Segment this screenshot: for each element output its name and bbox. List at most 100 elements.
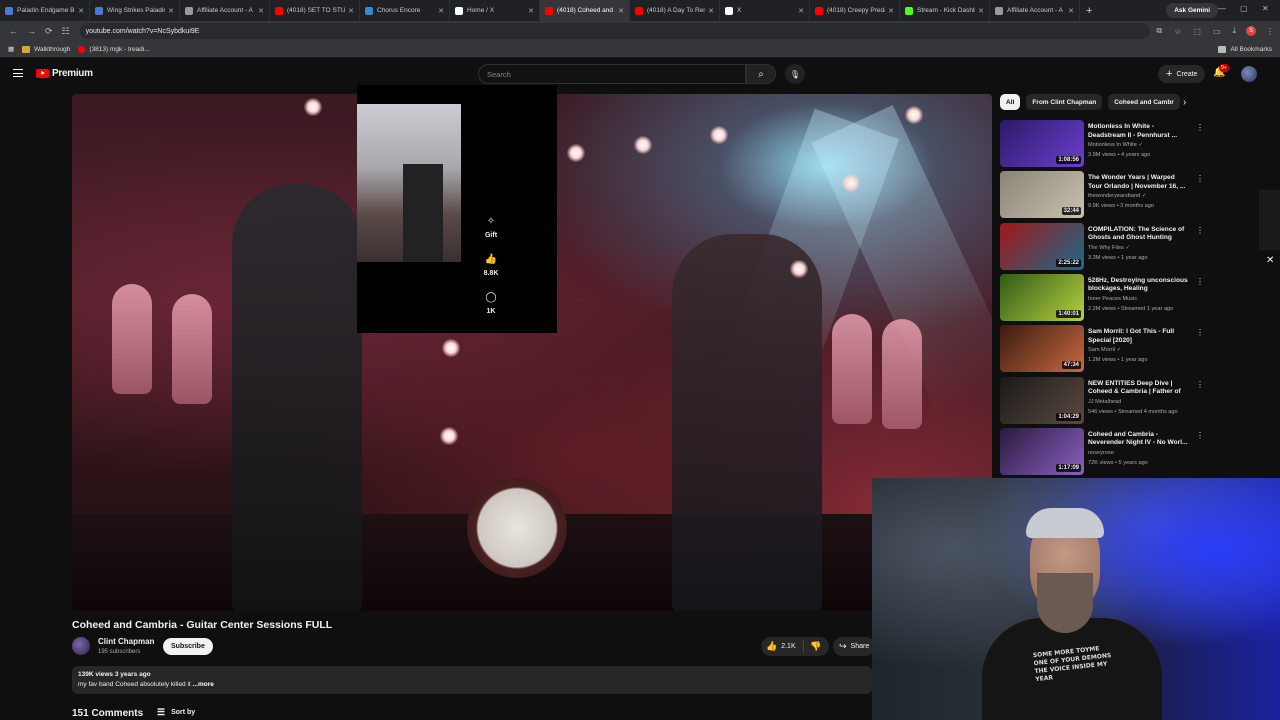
browser-tab[interactable]: (4018) Coheed and C ✕ bbox=[540, 0, 630, 21]
recommended-channel[interactable]: Sam Morril ✓ bbox=[1088, 347, 1121, 353]
tab-close-icon[interactable]: ✕ bbox=[798, 7, 804, 15]
browser-tab[interactable]: (4018) SET TO STUN ✕ bbox=[270, 0, 360, 21]
recommended-video[interactable]: 1:08:56 Motionless In White - Deadstream … bbox=[1000, 120, 1204, 168]
chip-from-channel[interactable]: From Clint Chapman bbox=[1026, 94, 1103, 110]
recommended-title[interactable]: COMPILATION: The Science of Ghosts and G… bbox=[1088, 226, 1188, 243]
share-button[interactable]: ↪ Share bbox=[833, 637, 876, 656]
tab-close-icon[interactable]: ✕ bbox=[438, 7, 444, 15]
back-icon[interactable]: ← bbox=[9, 26, 18, 36]
shorts-overlay[interactable]: ✧ Gift 👍 8.8K ◯ 1K bbox=[357, 85, 557, 333]
tab-close-icon[interactable]: ✕ bbox=[78, 7, 84, 15]
chip-coheed[interactable]: Coheed and Cambr bbox=[1108, 94, 1180, 110]
video-thumbnail[interactable]: 1:17:09 bbox=[1000, 427, 1084, 475]
short-thumbnail[interactable] bbox=[357, 104, 461, 262]
tab-close-icon[interactable]: ✕ bbox=[168, 7, 174, 15]
search-input[interactable]: Search bbox=[478, 64, 746, 84]
video-thumbnail[interactable]: 1:40:01 bbox=[1000, 273, 1084, 321]
recommended-video[interactable]: 1:04:29 NEW ENTITIES Deep Dive | Coheed &… bbox=[1000, 376, 1204, 425]
short-like-button[interactable]: 👍 8.8K bbox=[479, 254, 503, 277]
recommended-channel[interactable]: noseyrose bbox=[1088, 450, 1114, 456]
ask-gemini-button[interactable]: Ask Gemini bbox=[1166, 3, 1218, 18]
account-avatar[interactable] bbox=[1241, 66, 1257, 82]
video-thumbnail[interactable]: 47:34 bbox=[1000, 325, 1084, 373]
maximize-icon[interactable]: ▢ bbox=[1240, 4, 1248, 13]
tab-close-icon[interactable]: ✕ bbox=[528, 7, 534, 15]
chrome-menu-icon[interactable]: ⋮ bbox=[1266, 27, 1274, 36]
video-thumbnail[interactable]: 32:44 bbox=[1000, 171, 1084, 219]
recommended-video[interactable]: 2:25:22 COMPILATION: The Science of Ghost… bbox=[1000, 222, 1204, 271]
voice-search-button[interactable]: 🎙 bbox=[785, 64, 805, 84]
browser-tab[interactable]: Chorus Encore ✕ bbox=[360, 0, 450, 21]
more-options-icon[interactable]: ⋮ bbox=[1196, 380, 1204, 389]
tab-close-icon[interactable]: ✕ bbox=[348, 7, 354, 15]
all-bookmarks[interactable]: All Bookmarks bbox=[1218, 45, 1272, 53]
more-options-icon[interactable]: ⋮ bbox=[1196, 431, 1204, 440]
extensions-icon[interactable]: ⬚ bbox=[1193, 27, 1201, 36]
bookmark-star-icon[interactable]: ☆ bbox=[1174, 27, 1181, 36]
recommended-channel[interactable]: thewonderyearsband ✓ bbox=[1088, 193, 1147, 199]
gift-button[interactable]: ✧ Gift bbox=[479, 216, 503, 239]
browser-tab[interactable]: Home / X ✕ bbox=[450, 0, 540, 21]
more-link[interactable]: ...more bbox=[193, 681, 214, 688]
like-button[interactable]: 👍 2.1K bbox=[761, 640, 804, 653]
tab-close-icon[interactable]: ✕ bbox=[258, 7, 264, 15]
video-thumbnail[interactable]: 1:04:29 bbox=[1000, 376, 1084, 424]
browser-tab[interactable]: (4018) Creepy Preda ✕ bbox=[810, 0, 900, 21]
subscribe-button[interactable]: Subscribe bbox=[163, 638, 213, 655]
hamburger-menu-icon[interactable] bbox=[13, 69, 23, 77]
tab-close-icon[interactable]: ✕ bbox=[708, 7, 714, 15]
browser-tab[interactable]: Affiliate Account - A ✕ bbox=[180, 0, 270, 21]
chip-all[interactable]: All bbox=[1000, 94, 1021, 110]
video-thumbnail[interactable]: 2:25:22 bbox=[1000, 222, 1084, 270]
short-comment-button[interactable]: ◯ 1K bbox=[479, 292, 503, 315]
recommended-channel[interactable]: Inner Peaces Music bbox=[1088, 296, 1137, 302]
tab-close-icon[interactable]: ✕ bbox=[978, 7, 984, 15]
recommended-channel[interactable]: The Why Files ✓ bbox=[1088, 245, 1130, 251]
url-field[interactable]: youtube.com/watch?v=NcSybdkui9E bbox=[79, 23, 1151, 39]
browser-tab[interactable]: Affiliate Account - A ✕ bbox=[990, 0, 1080, 21]
apps-icon[interactable]: ▦ bbox=[8, 45, 14, 53]
recommended-video[interactable]: 1:40:01 528Hz, Destroying unconscious blo… bbox=[1000, 273, 1204, 322]
notifications-button[interactable]: 🔔 9+ bbox=[1213, 64, 1229, 78]
more-options-icon[interactable]: ⋮ bbox=[1196, 328, 1204, 337]
reload-icon[interactable]: ⟳ bbox=[45, 26, 53, 37]
chevron-right-icon[interactable]: › bbox=[1183, 97, 1186, 108]
video-thumbnail[interactable]: 1:08:56 bbox=[1000, 120, 1084, 167]
tab-close-icon[interactable]: ✕ bbox=[618, 7, 624, 15]
recommended-channel[interactable]: JJ Metalhead bbox=[1088, 399, 1121, 405]
recommended-channel[interactable]: Motionless In White ✓ bbox=[1088, 142, 1143, 148]
search-button[interactable]: ⌕ bbox=[746, 64, 776, 84]
browser-tab[interactable]: X ✕ bbox=[720, 0, 810, 21]
youtube-premium-logo[interactable]: Premium bbox=[36, 68, 93, 79]
recommended-title[interactable]: Motionless In White - Deadstream II - Pe… bbox=[1088, 123, 1188, 140]
channel-name[interactable]: Clint Chapman bbox=[98, 637, 154, 646]
profile-avatar[interactable]: S bbox=[1246, 26, 1256, 36]
more-options-icon[interactable]: ⋮ bbox=[1196, 123, 1204, 132]
browser-tab[interactable]: Wing Strikes Paladin ✕ bbox=[90, 0, 180, 21]
description-box[interactable]: 139K views 3 years ago my fav band Cohee… bbox=[72, 666, 872, 694]
forward-icon[interactable]: → bbox=[27, 26, 36, 36]
browser-tab[interactable]: (4018) A Day To Rem ✕ bbox=[630, 0, 720, 21]
recommended-video[interactable]: 32:44 The Wonder Years | Warped Tour Orla… bbox=[1000, 171, 1204, 219]
close-panel-icon[interactable]: ✕ bbox=[1266, 255, 1274, 266]
sort-by-button[interactable]: ☰ Sort by bbox=[157, 707, 195, 718]
browser-tab[interactable]: Paladin Endgame Bu ✕ bbox=[0, 0, 90, 21]
sidebar-icon[interactable]: ▭ bbox=[1213, 27, 1221, 36]
more-options-icon[interactable]: ⋮ bbox=[1196, 277, 1204, 286]
new-tab-button[interactable]: + bbox=[1086, 5, 1092, 17]
recommended-title[interactable]: Coheed and Cambria - Neverender Night IV… bbox=[1088, 431, 1188, 448]
tab-close-icon[interactable]: ✕ bbox=[888, 7, 894, 15]
more-options-icon[interactable]: ⋮ bbox=[1196, 174, 1204, 183]
recommended-title[interactable]: 528Hz, Destroying unconscious blockages,… bbox=[1088, 277, 1188, 294]
recommended-title[interactable]: Sam Morril: I Got This - Full Special [2… bbox=[1088, 328, 1188, 345]
downloads-icon[interactable]: ⤓ bbox=[1232, 26, 1236, 36]
browser-tab[interactable]: Stream - Kick Dashb ✕ bbox=[900, 0, 990, 21]
recommended-title[interactable]: NEW ENTITIES Deep Dive | Coheed & Cambri… bbox=[1088, 380, 1188, 397]
close-window-icon[interactable]: ✕ bbox=[1262, 4, 1269, 13]
recommended-title[interactable]: The Wonder Years | Warped Tour Orlando |… bbox=[1088, 174, 1188, 191]
create-button[interactable]: + Create bbox=[1158, 65, 1206, 83]
bookmark-mgk[interactable]: (3813) mgk - treadi... bbox=[78, 45, 150, 53]
dislike-button[interactable]: 👎 bbox=[804, 641, 821, 652]
tab-close-icon[interactable]: ✕ bbox=[1068, 7, 1074, 15]
channel-avatar[interactable] bbox=[72, 637, 90, 655]
